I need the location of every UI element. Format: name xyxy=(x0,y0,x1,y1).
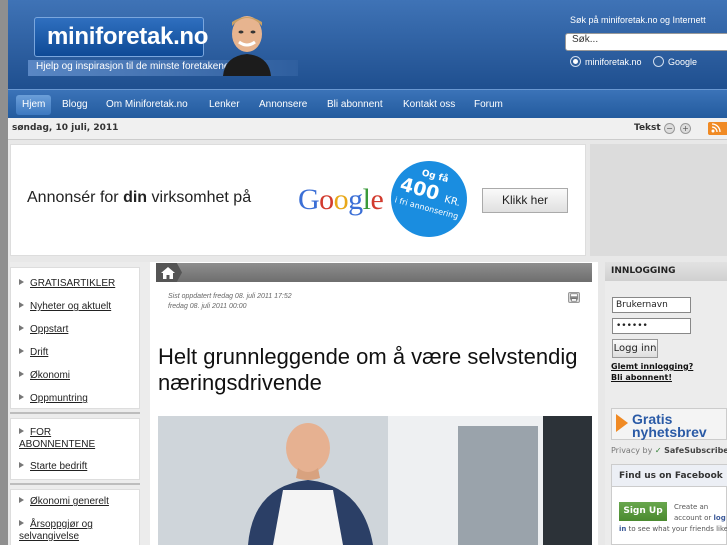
mascot-photo xyxy=(223,16,271,76)
newsletter-signup[interactable]: Gratis nyhetsbrev xyxy=(611,408,727,440)
google-letter: l xyxy=(362,183,371,216)
article-meta: Sist oppdatert fredag 08. juli 2011 17:5… xyxy=(168,292,292,312)
article-title: Helt grunnleggende om å være selvstendig… xyxy=(158,344,578,395)
menu-divider xyxy=(10,412,140,414)
radio-google-label: Google xyxy=(668,56,698,67)
site-logo[interactable]: miniforetak.no xyxy=(34,17,208,57)
google-letter: G xyxy=(298,183,320,216)
site-header: miniforetak.no Hjelp og inspirasjon til … xyxy=(8,0,727,89)
menu-group-articles: GRATISARTIKLER Nyheter og aktuelt Oppsta… xyxy=(10,267,140,409)
menu-divider xyxy=(10,483,140,485)
password-field[interactable]: •••••• xyxy=(612,318,691,334)
menu-item-drift[interactable]: Drift xyxy=(19,347,48,359)
arrow-right-icon xyxy=(19,348,24,354)
google-letter: e xyxy=(370,183,384,216)
arrow-right-icon xyxy=(19,520,24,526)
page: miniforetak.no Hjelp og inspirasjon til … xyxy=(0,0,727,545)
login-heading: INNLOGGING xyxy=(605,262,727,281)
right-sidebar: INNLOGGING Brukernavn •••••• Logg inn Gl… xyxy=(605,262,727,545)
main-nav: Hjem Blogg Om Miniforetak.no Lenker Anno… xyxy=(8,89,727,118)
login-button[interactable]: Logg inn xyxy=(612,339,658,358)
search-input[interactable]: Søk... xyxy=(565,33,727,51)
newsletter-line-2: nyhetsbrev xyxy=(632,424,707,440)
date-bar: søndag, 10 juli, 2011 Tekst − + xyxy=(8,118,727,140)
menu-item-okonomi-generelt[interactable]: Økonomi generelt xyxy=(19,496,109,508)
nav-item-forum[interactable]: Forum xyxy=(468,95,509,115)
google-letter: g xyxy=(348,183,363,216)
article-published: fredag 08. juli 2011 00:00 xyxy=(168,303,247,310)
menu-item-for-abonnentene[interactable]: FOR ABONNENTENE xyxy=(19,427,129,451)
search-label: Søk på miniforetak.no og Internett xyxy=(570,15,706,25)
article-updated: Sist oppdatert fredag 08. juli 2011 17:5… xyxy=(168,293,292,300)
page-edge xyxy=(0,0,8,545)
username-field[interactable]: Brukernavn xyxy=(612,297,691,313)
menu-item-gratisartikler[interactable]: GRATISARTIKLER xyxy=(19,278,115,290)
fb-text-3: in to see what your friends like xyxy=(619,525,727,533)
menu-group-economy: Økonomi generelt Årsoppgjør og selvangiv… xyxy=(10,489,140,545)
google-letter: o xyxy=(319,183,334,216)
subscribe-link[interactable]: Bli abonnent! xyxy=(611,373,672,382)
menu-item-arsoppgjor[interactable]: Årsoppgjør og selvangivelse xyxy=(19,519,129,543)
home-icon[interactable] xyxy=(161,267,175,279)
article-photo xyxy=(158,416,592,545)
arrow-right-icon xyxy=(19,428,24,434)
nav-item-lenker[interactable]: Lenker xyxy=(203,95,246,115)
logo-text: miniforetak.no xyxy=(47,23,209,50)
facebook-signup-button[interactable]: Sign Up xyxy=(619,502,667,521)
radio-selected-icon[interactable] xyxy=(570,56,581,67)
tagline: Hjelp og inspirasjon til de minste foret… xyxy=(36,61,230,72)
menu-item-okonomi[interactable]: Økonomi xyxy=(19,370,70,382)
menu-item-oppstart[interactable]: Oppstart xyxy=(19,324,68,336)
checkmark-icon: ✓ xyxy=(654,446,662,455)
current-date: søndag, 10 juli, 2011 xyxy=(12,123,119,133)
nav-item-annonsere[interactable]: Annonsere xyxy=(253,95,313,115)
arrow-right-icon xyxy=(19,302,24,308)
fb-text-2: account or log xyxy=(674,514,726,522)
text-size-label: Tekst xyxy=(634,123,661,133)
menu-item-nyheter[interactable]: Nyheter og aktuelt xyxy=(19,301,111,313)
rss-icon[interactable] xyxy=(708,122,727,135)
arrow-right-icon xyxy=(19,497,24,503)
breadcrumb xyxy=(156,263,592,282)
home-breadcrumb[interactable] xyxy=(156,263,182,282)
nav-item-blogg[interactable]: Blogg xyxy=(56,95,94,115)
radio-site-option[interactable]: miniforetak.no xyxy=(570,56,642,67)
nav-item-kontakt[interactable]: Kontakt oss xyxy=(397,95,461,115)
menu-group-subscribers: FOR ABONNENTENE Starte bedrift xyxy=(10,418,140,480)
print-icon[interactable] xyxy=(568,292,580,303)
google-ad-banner[interactable]: Annonsér for din virksomhet på Google Og… xyxy=(10,144,586,256)
arrow-right-icon xyxy=(19,462,24,468)
forgot-login-link[interactable]: Glemt innlogging? xyxy=(611,362,693,371)
left-sidebar: GRATISARTIKLER Nyheter og aktuelt Oppsta… xyxy=(10,262,150,545)
main-content: Sist oppdatert fredag 08. juli 2011 17:5… xyxy=(150,262,598,545)
fb-text-1: Create an xyxy=(674,503,709,511)
privacy-note: Privacy by ✓ SafeSubscribe xyxy=(611,446,727,455)
arrow-right-icon xyxy=(19,325,24,331)
right-top-panel xyxy=(590,144,727,256)
arrow-right-icon xyxy=(19,371,24,377)
nav-item-hjem[interactable]: Hjem xyxy=(16,95,52,115)
klikk-her-button[interactable]: Klikk her xyxy=(482,188,568,213)
banner-text: Annonsér for din virksomhet på xyxy=(27,189,252,206)
radio-site-label: miniforetak.no xyxy=(585,56,642,67)
google-letter: o xyxy=(333,183,349,216)
arrow-right-icon xyxy=(19,279,24,285)
nav-item-om[interactable]: Om Miniforetak.no xyxy=(100,95,194,115)
text-decrease-icon[interactable]: − xyxy=(664,123,675,134)
offer-badge: Og få 400 KR. i fri annonsering xyxy=(382,152,476,246)
facebook-box: Find us on Facebook Sign Up Create an ac… xyxy=(611,464,727,545)
menu-item-starte-bedrift[interactable]: Starte bedrift xyxy=(19,461,87,473)
arrow-right-icon xyxy=(19,394,24,400)
radio-google-option[interactable]: Google xyxy=(653,56,697,67)
text-increase-icon[interactable]: + xyxy=(680,123,691,134)
nav-item-bli-abonnent[interactable]: Bli abonnent xyxy=(321,95,389,115)
google-logo: Google xyxy=(298,183,384,217)
radio-unselected-icon[interactable] xyxy=(653,56,664,67)
menu-item-oppmuntring[interactable]: Oppmuntring xyxy=(19,393,88,405)
facebook-heading: Find us on Facebook xyxy=(612,465,727,487)
arrow-right-icon xyxy=(616,414,628,432)
facebook-login-link[interactable]: log xyxy=(714,514,726,522)
